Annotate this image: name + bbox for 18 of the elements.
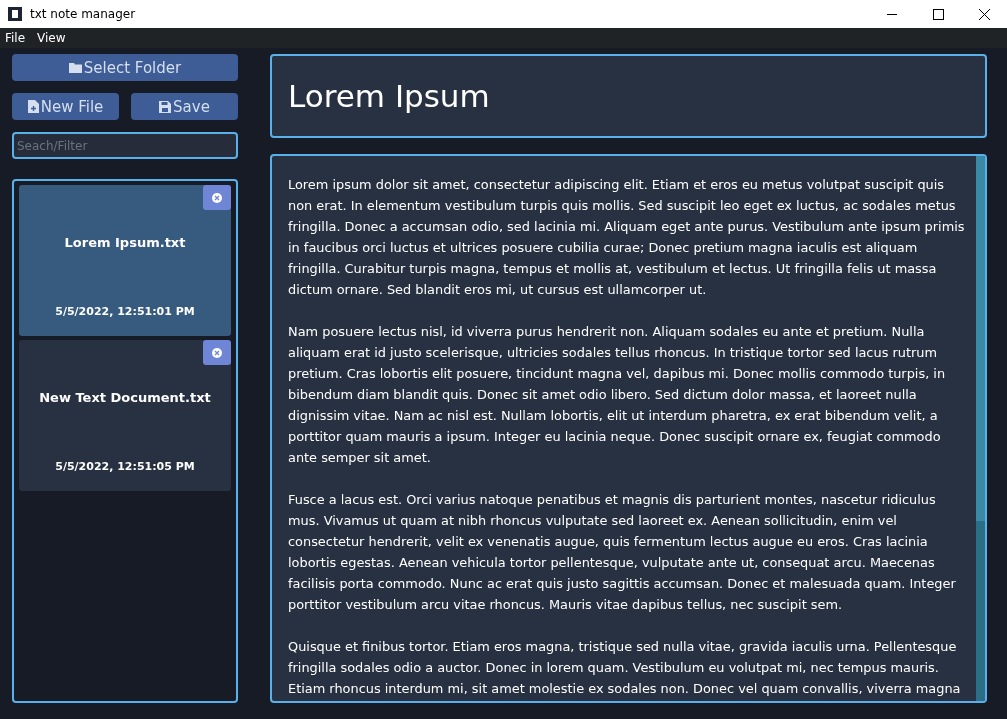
note-title[interactable]: Lorem Ipsum [288, 78, 490, 114]
window-title: txt note manager [30, 7, 137, 21]
note-card[interactable]: New Text Document.txt 5/5/2022, 12:51:05 PM [19, 340, 231, 491]
note-paragraph: Nam posuere lectus nisl, id viverra purus hendrerit non. Aliquam sodales eu ante et pretium. Nulla aliquam erat id justo scelerisque, ultricies sodales tellus rhoncus. In tristique tortor sed lacus rutrum pretium. Cras lobortis elit posuere, tincidunt magna vel, dapibus mi. Donec mollis commodo turpis, in bibendum diam blandit quis. Donec sit amet odio libero. Sed dictum dolor massa, et laoreet nulla dignissim vitae. Nam ac nisl est. Nullam lobortis, elit ut interdum pharetra, ex erat bibendum velit, a porttitor quam mauris a ipsum. Integer eu lacinia neque. Donec suscipit ornare ex, feugiat commodo ante semper sit amet. [288, 323, 947, 467]
menu-item[interactable]: View [37, 31, 66, 45]
note-date: 5/5/2022, 12:51:05 PM [55, 460, 195, 473]
note-name: Lorem Ipsum.txt [64, 235, 186, 250]
note-paragraph: Quisque et finibus tortor. Etiam eros magna, tristique sed nulla vitae, gravida iaculis urna. Pellentesque fringilla sodales odio a auctor. Donec in lorem quam. Vestibulum eu volutpat mi, nec tempus mauris. Etiam rhoncus interdum mi, sit amet molestie ex sodales non. Donec vel quam convallis, viverra magna [288, 638, 962, 698]
note-paragraph: Fusce a lacus est. Orci varius natoque penatibus et magnis dis parturient montes, nascetur ridiculus mus. Vivamus ut quam at nibh rhoncus vulputate sed laoreet ex. Aenean sollicitudin, enim vel consectetur hendrerit, velit ex venenatis augue, quis fermentum lectus augue eu eros. Cras lacinia lobortis egestas. Aenean vehicula tortor pellentesque, vulputate ante ut, consequat arcu. Maecenas facilisis porta commodo. Nunc ac erat quis justo sagittis accumsan. Donec et malesuada quam. Integer porttitor vestibulum arcu vitae rhoncus. Mauris vitae dapibus tellus, nec suscipit sem. [288, 491, 957, 614]
new-file-button[interactable]: New File [12, 93, 119, 120]
note-card[interactable]: Lorem Ipsum.txt 5/5/2022, 12:51:01 PM [19, 185, 231, 336]
menu-item[interactable]: File [5, 31, 26, 45]
search-field[interactable]: Seach/Filter [12, 132, 238, 159]
select-folder-button[interactable]: Select Folder [12, 54, 238, 81]
save-button[interactable]: Save [131, 93, 238, 120]
note-paragraph: Lorem ipsum dolor sit amet, consectetur adipiscing elit. Etiam et eros eu metus volutpat suscipit quis non erat. In elementum vestibulum turpis quis mollis. Sed suscipit leo eget ex luctus, ac sodales metus fringilla. Donec a accumsan odio, sed lacinia mi. Aliquam eget ante purus. Vestibulum ante ipsum primis in faucibus orci luctus et ultrices posuere cubilia curae; Donec pretium magna iaculis est aliquam fringilla. Curabitur turpis magna, tempus et mollis at, vestibulum et lectus. Ut fringilla felis ut massa dictum ornare. Sed blandit eros mi, ut cursus est ullamcorper ut. [288, 176, 966, 299]
note-date: 5/5/2022, 12:51:01 PM [55, 305, 195, 318]
note-name: New Text Document.txt [39, 390, 211, 405]
